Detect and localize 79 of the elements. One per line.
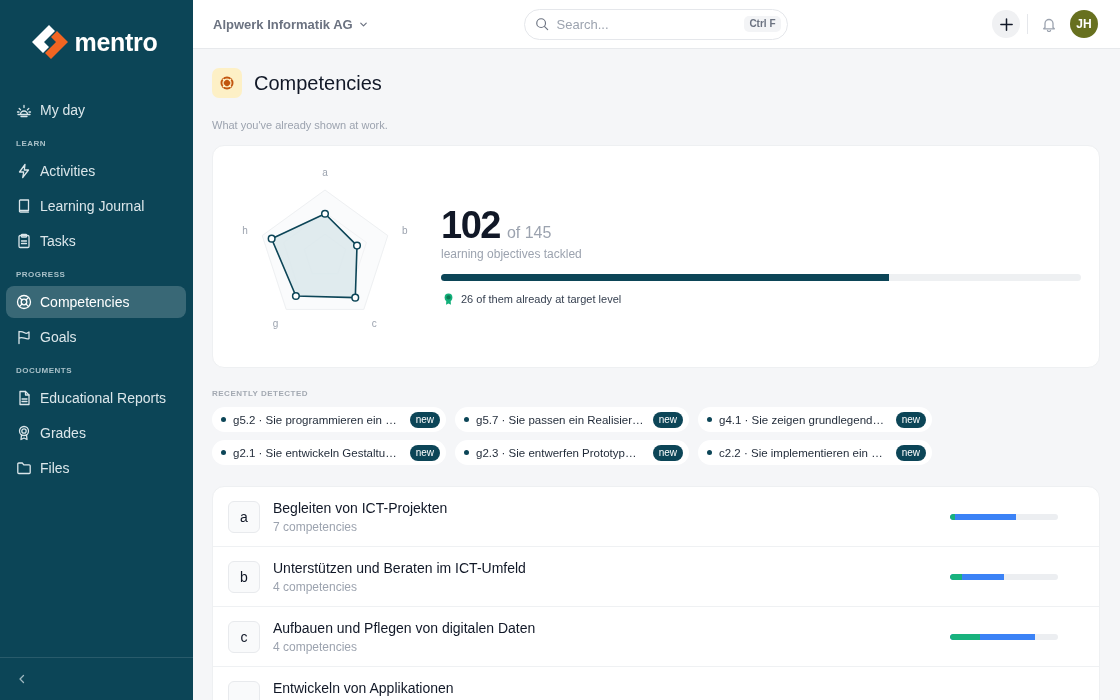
new-badge: new [409, 444, 440, 461]
section-heading: LEARN [16, 139, 47, 149]
nav-item[interactable]: Learning Journal [6, 190, 186, 222]
target-note: 26 of them already at target level [461, 293, 622, 305]
letter-tile: a [228, 500, 260, 533]
book-icon [16, 198, 32, 214]
area-subtitle: 4 competencies [273, 638, 358, 655]
radar-point [320, 209, 330, 218]
sunrise-icon [16, 102, 32, 118]
dot-icon [221, 450, 226, 455]
nav-item[interactable]: Goals [6, 321, 186, 353]
area-title: Begleiten von ICT-Projekten [273, 498, 448, 517]
competency-chip[interactable]: g2.3 · Sie entwerfen Prototyp… new [455, 440, 689, 465]
nav-item[interactable]: My day [6, 94, 186, 126]
area-row[interactable]: Entwickeln von Applikationen [213, 667, 1099, 700]
competency-chip[interactable]: g4.1 · Sie zeigen grundlegend… new [698, 407, 932, 432]
flag-icon [16, 329, 32, 345]
area-row[interactable]: b Unterstützen und Beraten im ICT-Umfeld 4 competencies [213, 547, 1099, 607]
dot-icon [464, 417, 469, 422]
lifebuoy-icon [16, 294, 32, 310]
radar-point [267, 234, 276, 243]
radar-point [351, 293, 360, 302]
lightning-icon [16, 163, 32, 179]
page-subtitle: What you've already shown at work. [212, 118, 388, 132]
axis-label: h [242, 224, 248, 236]
dot-icon [707, 450, 712, 455]
area-title: Entwickeln von Applikationen [273, 678, 454, 697]
nav-item[interactable]: Files [6, 452, 186, 484]
dot-icon [707, 417, 712, 422]
axis-label: g [272, 318, 279, 330]
new-badge: new [895, 444, 926, 461]
nav-item[interactable]: Educational Reports [6, 382, 186, 414]
new-badge: new [409, 411, 440, 428]
page-title: Competencies [254, 71, 382, 95]
axis-label: c [371, 318, 377, 330]
radar-point [291, 292, 300, 301]
competency-chip[interactable]: g2.1 · Sie entwickeln Gestaltu… new [212, 440, 446, 465]
clipboard-icon [16, 233, 32, 249]
search-icon [534, 17, 549, 31]
new-badge: new [652, 411, 683, 428]
area-row[interactable]: c Aufbauen und Pflegen von digitalen Daten 4 competencies [213, 607, 1099, 667]
lifebuoy-icon [212, 68, 242, 98]
nav-item[interactable]: Tasks [6, 225, 186, 257]
area-title: Aufbauen und Pflegen von digitalen Daten [273, 618, 536, 637]
area-subtitle: 7 competencies [273, 518, 358, 535]
award-icon [442, 292, 455, 306]
add-button[interactable] [992, 10, 1020, 38]
plus-icon [998, 16, 1014, 32]
logo-icon [31, 24, 68, 60]
competency-chip[interactable]: c2.2 · Sie implementieren ein … new [698, 440, 932, 465]
axis-label: a [322, 166, 328, 178]
new-badge: new [652, 444, 683, 461]
section-heading: PROGRESS [16, 270, 66, 280]
competency-chip[interactable]: g5.2 · Sie programmieren ein … new [212, 407, 446, 432]
letter-tile: c [228, 620, 260, 653]
dot-icon [221, 417, 226, 422]
section-heading: RECENTLY DETECTED [212, 389, 309, 399]
axis-label: b [402, 224, 408, 236]
area-row[interactable]: a Begleiten von ICT-Projekten 7 competencies [213, 487, 1099, 547]
folder-icon [16, 460, 32, 476]
logo-text: mentro [74, 27, 158, 57]
total-count: of 145 [506, 224, 552, 242]
letter-tile: b [228, 560, 260, 593]
document-icon [16, 390, 32, 406]
organization-switcher[interactable]: Alpwerk Informatik AG [213, 16, 369, 32]
award-icon [16, 425, 32, 441]
area-subtitle: 4 competencies [273, 578, 358, 595]
nav-item[interactable]: Competencies [6, 286, 186, 318]
tackled-count: 102 [441, 206, 500, 244]
radar-point [352, 241, 362, 250]
area-title: Unterstützen und Beraten im ICT-Umfeld [273, 558, 526, 577]
section-heading: DOCUMENTS [16, 366, 73, 376]
competency-chip[interactable]: g5.7 · Sie passen ein Realisier… new [455, 407, 689, 432]
new-badge: new [895, 411, 926, 428]
avatar[interactable]: JH [1070, 10, 1098, 38]
nav-item[interactable]: Activities [6, 155, 186, 187]
count-caption: learning objectives tackled [441, 246, 582, 262]
nav-item[interactable]: Grades [6, 417, 186, 449]
dot-icon [464, 450, 469, 455]
